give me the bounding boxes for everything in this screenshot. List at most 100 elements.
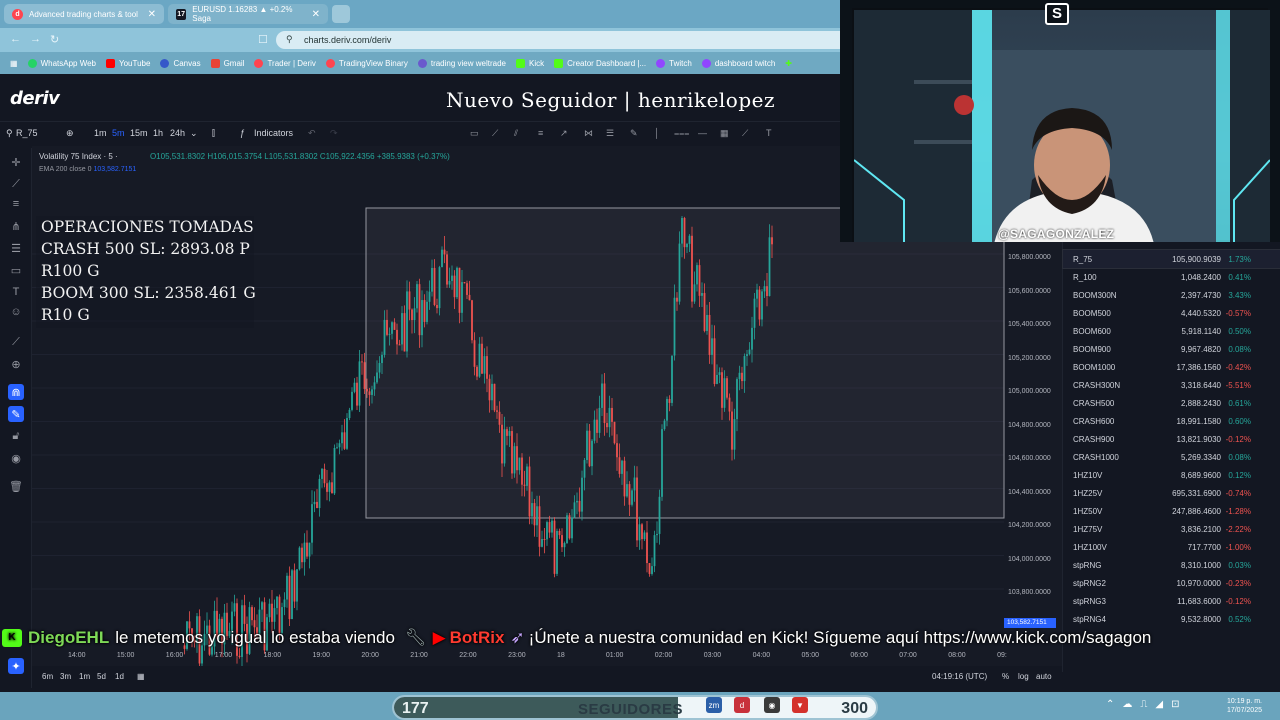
- bookmark-tradingview[interactable]: TradingView Binary: [325, 58, 408, 68]
- browser-tab-tradingview[interactable]: 17 EURUSD 1.16283 ▲ +0.2% Saga ✕: [168, 4, 328, 24]
- symbol-search[interactable]: R_75: [16, 128, 38, 138]
- watchlist-row[interactable]: 1HZ100V 717.7700 -1.00%: [1063, 538, 1280, 556]
- obs-taskbar-icon[interactable]: ◉: [764, 697, 780, 713]
- site-info-icon[interactable]: ⚲: [286, 34, 293, 45]
- apps-icon[interactable]: ▦: [10, 59, 18, 68]
- bookmark-canvas[interactable]: Canvas: [160, 58, 201, 68]
- indicators-icon[interactable]: ƒ: [240, 128, 245, 138]
- close-icon[interactable]: ✕: [148, 9, 156, 20]
- timeframe-1h[interactable]: 1h: [153, 128, 163, 138]
- range-1d[interactable]: 1d: [115, 672, 124, 681]
- calendar-icon[interactable]: ▦: [137, 672, 145, 681]
- range-3m[interactable]: 3m: [60, 672, 71, 681]
- line-tool-icon[interactable]: ⟋: [492, 128, 498, 139]
- watchlist-row[interactable]: 1HZ10V 8,689.9600 0.12%: [1063, 466, 1280, 484]
- timeframe-5m[interactable]: 5m: [112, 128, 125, 138]
- close-icon[interactable]: ✕: [312, 9, 320, 20]
- watchlist-row[interactable]: BOOM300N 2,397.4730 3.43%: [1063, 286, 1280, 304]
- pitchfork-icon[interactable]: ⋔: [8, 218, 24, 234]
- timeframe-15m[interactable]: 15m: [130, 128, 148, 138]
- watchlist-row[interactable]: CRASH300N 3,318.6440 -5.51%: [1063, 376, 1280, 394]
- zoom-icon[interactable]: ⊕: [8, 356, 24, 372]
- channel-tool-icon[interactable]: ⫽: [514, 128, 518, 139]
- watchlist-row[interactable]: stpRNG3 11,683.6000 -0.12%: [1063, 592, 1280, 610]
- gann-tool-icon[interactable]: ☰: [606, 128, 614, 139]
- price-scale[interactable]: 105,800.0000 105,600.0000 105,400.0000 105,…: [1004, 246, 1062, 626]
- chat-toggle-icon[interactable]: ✦: [8, 658, 24, 674]
- watchlist-row[interactable]: CRASH900 13,821.9030 -0.12%: [1063, 430, 1280, 448]
- indicators-button[interactable]: Indicators: [254, 128, 293, 138]
- stay-drawing-icon[interactable]: ✎: [8, 406, 24, 422]
- watchlist-row[interactable]: CRASH1000 5,269.3340 0.08%: [1063, 448, 1280, 466]
- brush-tool-icon[interactable]: ✎: [630, 128, 638, 139]
- chevron-down-icon[interactable]: ⌄: [190, 128, 198, 139]
- timeframe-1m[interactable]: 1m: [94, 128, 107, 138]
- lock-icon[interactable]: 🔓︎: [8, 428, 24, 444]
- undo-icon[interactable]: ↶: [308, 128, 316, 139]
- range-6m[interactable]: 6m: [42, 672, 53, 681]
- range-1m[interactable]: 1m: [79, 672, 90, 681]
- redo-icon[interactable]: ↷: [330, 128, 338, 139]
- bookmark-icon[interactable]: ☐: [258, 33, 268, 46]
- grid-tool-icon[interactable]: ▦: [720, 128, 729, 139]
- horizontal-lines-icon[interactable]: ≡: [8, 196, 24, 212]
- bookmark-kick[interactable]: Kick: [516, 58, 544, 68]
- bookmark-twitch[interactable]: Twitch: [656, 58, 692, 68]
- bookmark-deriv[interactable]: Trader | Deriv: [254, 58, 316, 68]
- watchlist-row[interactable]: BOOM600 5,918.1140 0.50%: [1063, 322, 1280, 340]
- brave-taskbar-icon[interactable]: ▼: [792, 697, 808, 713]
- trash-icon[interactable]: 🗑︎: [8, 478, 24, 494]
- back-icon[interactable]: ←: [10, 33, 21, 45]
- watchlist-row[interactable]: 1HZ75V 3,836.2100 -2.22%: [1063, 520, 1280, 538]
- line-icon[interactable]: ⟋: [8, 176, 24, 192]
- pattern-tool-icon[interactable]: ⋈: [584, 128, 593, 139]
- eye-icon[interactable]: ◉: [8, 450, 24, 466]
- watchlist-row[interactable]: stpRNG 8,310.1000 0.03%: [1063, 556, 1280, 574]
- magnet-icon[interactable]: ⋒: [8, 384, 24, 400]
- url-field[interactable]: ⚲ charts.deriv.com/deriv: [276, 31, 840, 49]
- search-icon[interactable]: ⚲: [6, 128, 13, 139]
- watchlist-row[interactable]: BOOM1000 17,386.1560 -0.42%: [1063, 358, 1280, 376]
- bookmark-dashboard-twitch[interactable]: dashboard twitch: [701, 58, 775, 68]
- watchlist-row[interactable]: CRASH500 2,888.2430 0.61%: [1063, 394, 1280, 412]
- bookmark-whatsapp[interactable]: WhatsApp Web: [27, 58, 96, 68]
- shapes-icon[interactable]: ▭: [8, 262, 24, 278]
- reload-icon[interactable]: ↻: [50, 33, 59, 46]
- watchlist-row[interactable]: R_75 105,900.9039 1.73%: [1062, 249, 1280, 269]
- log-toggle[interactable]: log: [1018, 672, 1029, 681]
- fib-tool-icon[interactable]: ≡: [538, 128, 543, 138]
- time-axis[interactable]: 14:00 15:00 16:00 17:00 18:00 19:00 20:00 21:00…: [32, 650, 1062, 664]
- auto-toggle[interactable]: auto: [1036, 672, 1052, 681]
- watchlist-row[interactable]: stpRNG2 10,970.0000 -0.23%: [1063, 574, 1280, 592]
- ray-tool-icon[interactable]: ⟋: [742, 128, 748, 139]
- vertical-line-icon[interactable]: │: [654, 128, 660, 138]
- browser-tab-deriv[interactable]: d Advanced trading charts & tool ✕: [4, 4, 164, 24]
- deriv-logo[interactable]: deriv: [10, 88, 60, 109]
- watchlist-row[interactable]: 1HZ25V 695,331.6900 -0.74%: [1063, 484, 1280, 502]
- parallel-tool-icon[interactable]: ⩶: [674, 128, 689, 139]
- add-symbol-icon[interactable]: ⊕: [66, 128, 74, 139]
- app-taskbar-icon[interactable]: zm: [706, 697, 722, 713]
- text-icon[interactable]: T: [8, 284, 24, 300]
- bookmark-gmail[interactable]: Gmail: [210, 58, 244, 68]
- watchlist-row[interactable]: R_100 1,048.2400 0.41%: [1063, 268, 1280, 286]
- rectangle-tool-icon[interactable]: ▭: [470, 128, 479, 139]
- text-tool-icon[interactable]: T: [766, 128, 772, 138]
- utc-clock[interactable]: 04:19:16 (UTC): [932, 672, 987, 681]
- candle-type-icon[interactable]: ⫿: [212, 128, 215, 139]
- add-bookmark-icon[interactable]: ✚: [785, 59, 792, 68]
- system-tray[interactable]: ⌃☁⎍◢⊡: [1106, 699, 1187, 710]
- crosshair-icon[interactable]: ✛: [8, 154, 24, 170]
- range-5d[interactable]: 5d: [97, 672, 106, 681]
- watchlist-row[interactable]: CRASH600 18,991.1580 0.60%: [1063, 412, 1280, 430]
- bookmark-youtube[interactable]: YouTube: [106, 58, 150, 68]
- timeframe-24h[interactable]: 24h: [170, 128, 185, 138]
- deriv-taskbar-icon[interactable]: d: [734, 697, 750, 713]
- ruler-icon[interactable]: ⟋: [8, 334, 24, 350]
- bookmark-weltrade[interactable]: trading view weltrade: [417, 58, 506, 68]
- new-tab-button[interactable]: [332, 5, 350, 23]
- watchlist-row[interactable]: BOOM500 4,440.5320 -0.57%: [1063, 304, 1280, 322]
- emoji-icon[interactable]: ☺: [8, 304, 24, 320]
- watchlist-row[interactable]: 1HZ50V 247,886.4600 -1.28%: [1063, 502, 1280, 520]
- trend-tool-icon[interactable]: ↗: [560, 128, 568, 139]
